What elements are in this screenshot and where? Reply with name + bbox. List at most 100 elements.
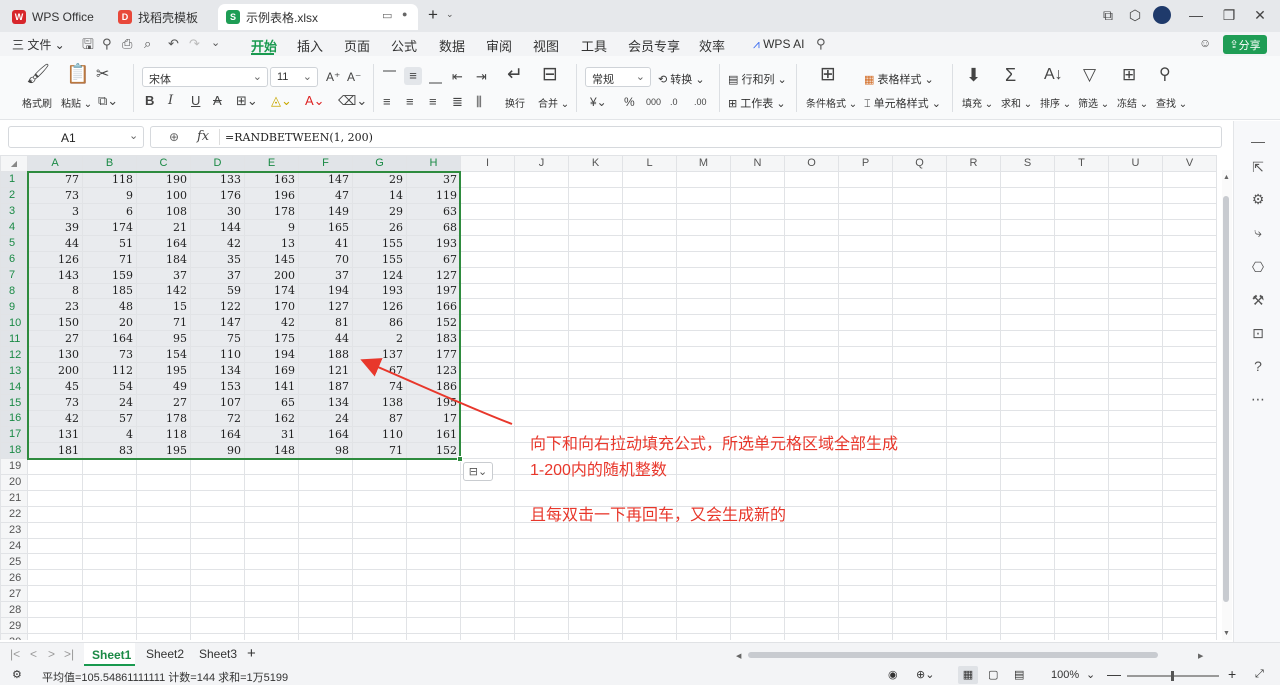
cell[interactable]: [514, 601, 569, 619]
cell[interactable]: 124: [352, 266, 407, 284]
cell[interactable]: 118: [82, 170, 137, 188]
cell[interactable]: 110: [352, 425, 407, 443]
cell[interactable]: [784, 585, 839, 603]
row-header[interactable]: 10: [0, 314, 28, 332]
cell[interactable]: [27, 553, 83, 571]
cell[interactable]: 174: [82, 218, 137, 236]
align-right-icon[interactable]: ≡: [429, 93, 437, 111]
cell[interactable]: [676, 266, 731, 284]
cell[interactable]: [838, 362, 893, 380]
cell[interactable]: [676, 410, 731, 427]
cell[interactable]: [784, 537, 839, 555]
cell[interactable]: [1000, 489, 1055, 507]
align-top-icon[interactable]: ⎺: [383, 68, 396, 86]
row-header[interactable]: 25: [0, 553, 28, 571]
cell[interactable]: [784, 457, 839, 475]
cell[interactable]: [946, 425, 1001, 443]
cell[interactable]: [298, 537, 353, 555]
column-header[interactable]: Q: [892, 155, 947, 172]
cell[interactable]: [1162, 569, 1217, 587]
cell[interactable]: [676, 186, 731, 204]
cell[interactable]: 163: [244, 170, 299, 188]
cell[interactable]: [676, 569, 731, 587]
cell[interactable]: [730, 186, 785, 204]
cell[interactable]: [892, 170, 947, 188]
cell[interactable]: [1162, 170, 1217, 188]
cell[interactable]: [1000, 314, 1055, 332]
cell[interactable]: [676, 250, 731, 268]
wps-ai-button[interactable]: ⩘ WPS AI: [753, 37, 804, 52]
cell[interactable]: [730, 617, 785, 635]
cell[interactable]: [460, 425, 515, 443]
cell[interactable]: [784, 394, 839, 411]
cell[interactable]: [676, 346, 731, 364]
cell[interactable]: 150: [27, 314, 83, 332]
cell[interactable]: [1000, 633, 1055, 640]
cell[interactable]: [730, 362, 785, 380]
cell[interactable]: [676, 537, 731, 555]
cell[interactable]: 164: [136, 234, 191, 252]
zoom-in-icon[interactable]: +: [1228, 666, 1236, 682]
cell[interactable]: [298, 569, 353, 587]
row-header[interactable]: 13: [0, 362, 28, 380]
cell[interactable]: [1054, 394, 1109, 411]
cell[interactable]: [838, 330, 893, 348]
cell[interactable]: [676, 617, 731, 635]
cell[interactable]: [784, 314, 839, 332]
cell[interactable]: [27, 473, 83, 491]
cell[interactable]: [676, 314, 731, 332]
cell[interactable]: [1000, 617, 1055, 635]
cell[interactable]: [298, 457, 353, 475]
cell[interactable]: [946, 378, 1001, 396]
cell[interactable]: 14: [352, 186, 407, 204]
cell[interactable]: 4: [82, 425, 137, 443]
cell[interactable]: [1054, 202, 1109, 220]
row-header[interactable]: 26: [0, 569, 28, 587]
cell[interactable]: [1054, 633, 1109, 640]
cell[interactable]: 118: [136, 425, 191, 443]
merge-icon[interactable]: ⊟: [542, 65, 558, 84]
increase-decimal-icon[interactable]: .0: [670, 93, 678, 111]
cell[interactable]: [892, 569, 947, 587]
cell[interactable]: [1000, 457, 1055, 475]
row-header[interactable]: 17: [0, 425, 28, 443]
cell[interactable]: [1108, 505, 1163, 523]
cell[interactable]: [27, 585, 83, 603]
row-header[interactable]: 16: [0, 410, 28, 427]
cell[interactable]: [1054, 362, 1109, 380]
cell[interactable]: [892, 202, 947, 220]
cell[interactable]: [1108, 346, 1163, 364]
quick-access-chevron-icon[interactable]: ⌄: [211, 36, 220, 49]
cell[interactable]: [1108, 457, 1163, 475]
cell[interactable]: 130: [27, 346, 83, 364]
cell[interactable]: [1000, 601, 1055, 619]
cell[interactable]: 71: [82, 250, 137, 268]
cell[interactable]: [1108, 218, 1163, 236]
save-icon[interactable]: 🖫: [82, 34, 94, 58]
fill-handle[interactable]: [457, 456, 463, 462]
cell[interactable]: [82, 569, 137, 587]
cell[interactable]: 159: [82, 266, 137, 284]
cell[interactable]: [568, 266, 623, 284]
align-left-icon[interactable]: ≡: [383, 93, 391, 111]
cell[interactable]: [730, 537, 785, 555]
cell[interactable]: 193: [406, 234, 461, 252]
fill-label[interactable]: 填充 ⌄: [962, 95, 993, 110]
column-header[interactable]: O: [784, 155, 839, 172]
cell[interactable]: [1000, 473, 1055, 491]
tab-docer[interactable]: D 找稻壳模板: [110, 4, 216, 30]
cell[interactable]: [946, 234, 1001, 252]
cell[interactable]: [784, 633, 839, 640]
cell[interactable]: [730, 298, 785, 316]
cell[interactable]: [1000, 441, 1055, 459]
cell[interactable]: 170: [244, 298, 299, 316]
zoom-level[interactable]: 100%: [1051, 669, 1079, 681]
cell[interactable]: [838, 553, 893, 571]
cell[interactable]: [730, 569, 785, 587]
cell[interactable]: [460, 394, 515, 411]
cell[interactable]: [568, 633, 623, 640]
cell[interactable]: [190, 617, 245, 635]
undo-icon[interactable]: ↶: [168, 36, 179, 52]
cell[interactable]: [352, 617, 407, 635]
cell[interactable]: [1000, 553, 1055, 571]
